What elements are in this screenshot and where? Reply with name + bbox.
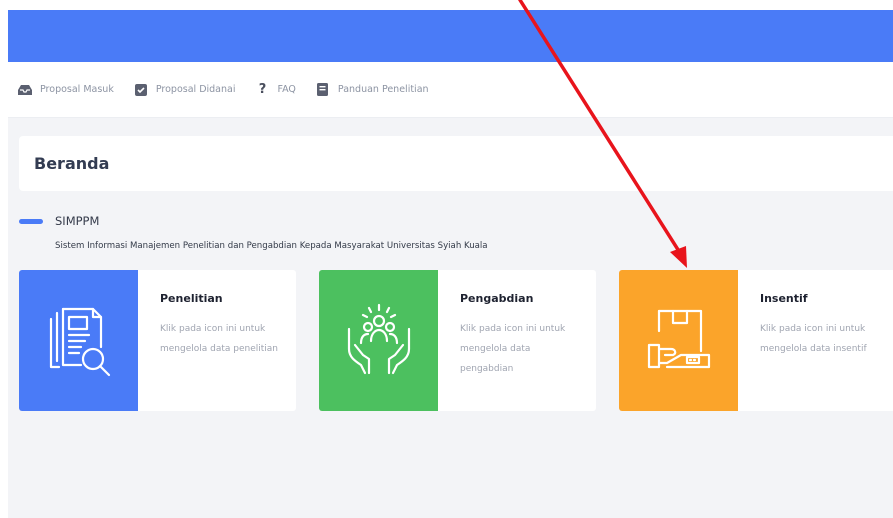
inbox-icon [18, 83, 32, 97]
checkbox-icon [134, 83, 148, 97]
nav-item-proposal-didanai[interactable]: Proposal Didanai [134, 83, 236, 97]
nav-item-faq[interactable]: ? FAQ [255, 82, 296, 97]
section-title: SIMPPM [55, 214, 100, 228]
top-header-bar [8, 10, 893, 62]
card-title: Pengabdian [460, 292, 534, 305]
nav-label: Proposal Didanai [155, 84, 236, 95]
card-pengabdian-icon-panel[interactable] [319, 270, 438, 411]
section-heading: SIMPPM [19, 214, 99, 228]
nav-label: Panduan Penelitian [337, 84, 429, 95]
card-title: Penelitian [160, 292, 223, 305]
card-penelitian[interactable]: Penelitian Klik pada icon ini untuk meng… [19, 270, 296, 411]
nav-label: FAQ [277, 84, 296, 95]
card-description: Klik pada icon ini untuk mengelola data … [460, 324, 566, 374]
card-pengabdian-body: Pengabdian Klik pada icon ini untuk meng… [438, 270, 580, 411]
card-penelitian-body: Penelitian Klik pada icon ini untuk meng… [138, 270, 280, 411]
nav-item-panduan-penelitian[interactable]: Panduan Penelitian [316, 83, 429, 97]
research-document-icon [49, 307, 110, 376]
package-hand-icon [647, 309, 710, 368]
page-header: Beranda [19, 136, 893, 191]
community-hands-icon [347, 303, 410, 374]
card-pengabdian[interactable]: Pengabdian Klik pada icon ini untuk meng… [319, 270, 596, 411]
nav-item-proposal-masuk[interactable]: Proposal Masuk [18, 83, 114, 97]
page-title: Beranda [34, 154, 110, 173]
card-insentif-icon-panel[interactable] [619, 270, 738, 411]
question-icon: ? [258, 82, 267, 97]
card-insentif-body: Insentif Klik pada icon ini untuk mengel… [738, 270, 880, 411]
card-description: Klik pada icon ini untuk mengelola data … [160, 324, 279, 354]
card-title: Insentif [760, 292, 808, 305]
nav-label: Proposal Masuk [40, 84, 114, 95]
section-accent-bar [19, 218, 43, 224]
book-icon [316, 83, 330, 97]
card-penelitian-icon-panel[interactable] [19, 270, 138, 411]
section-description: Sistem Informasi Manajemen Penelitian da… [55, 241, 488, 251]
secondary-nav: Proposal Masuk Proposal Didanai ? FAQ Pa… [8, 62, 893, 118]
card-description: Klik pada icon ini untuk mengelola data … [760, 324, 867, 354]
card-insentif[interactable]: Insentif Klik pada icon ini untuk mengel… [619, 270, 893, 411]
